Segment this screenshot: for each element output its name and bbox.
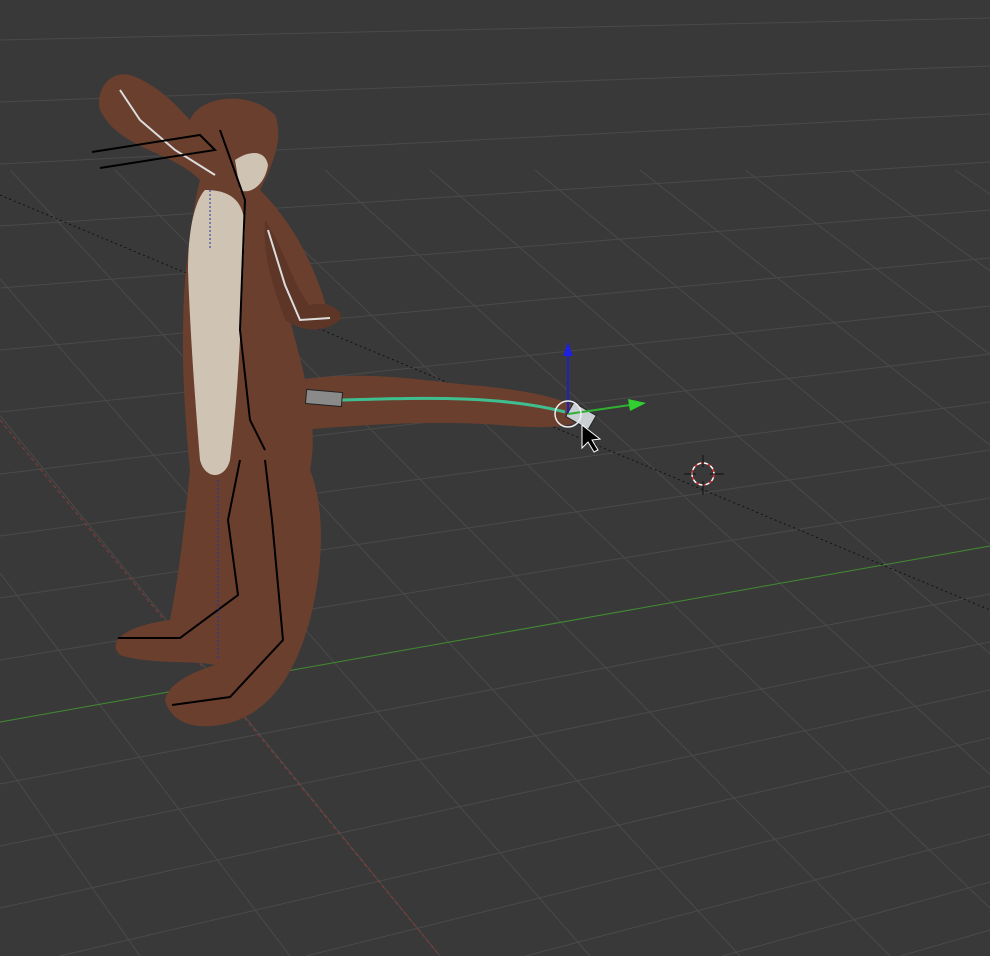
grid-line (219, 169, 990, 909)
grid-line (900, 929, 990, 956)
grid-line (849, 169, 990, 272)
grid-line (744, 169, 990, 355)
grid-line (0, 257, 990, 351)
viewport-canvas[interactable] (0, 0, 990, 956)
mouse-cursor-icon (581, 423, 602, 453)
grid-line (639, 169, 990, 446)
grid-line (305, 785, 990, 956)
grid-line (0, 17, 990, 41)
grid-line (0, 755, 141, 956)
grid-line (0, 209, 990, 289)
grid-line (0, 449, 990, 599)
grid-line (525, 833, 990, 956)
grid-line (0, 641, 990, 847)
grid-line (0, 161, 990, 227)
grid-line (722, 881, 990, 956)
grid-line (324, 169, 990, 775)
grid-line (534, 169, 990, 545)
grid-line (59, 737, 990, 956)
floor-grid (0, 17, 990, 956)
grid-line (0, 593, 990, 785)
move-gizmo-icon[interactable] (554, 342, 646, 428)
grid-line (0, 689, 990, 909)
otter-tail (300, 375, 585, 430)
grid-line (954, 169, 990, 195)
3d-viewport[interactable] (0, 0, 990, 956)
3d-cursor-icon (684, 455, 724, 495)
tail-root-bone[interactable] (304, 388, 344, 408)
